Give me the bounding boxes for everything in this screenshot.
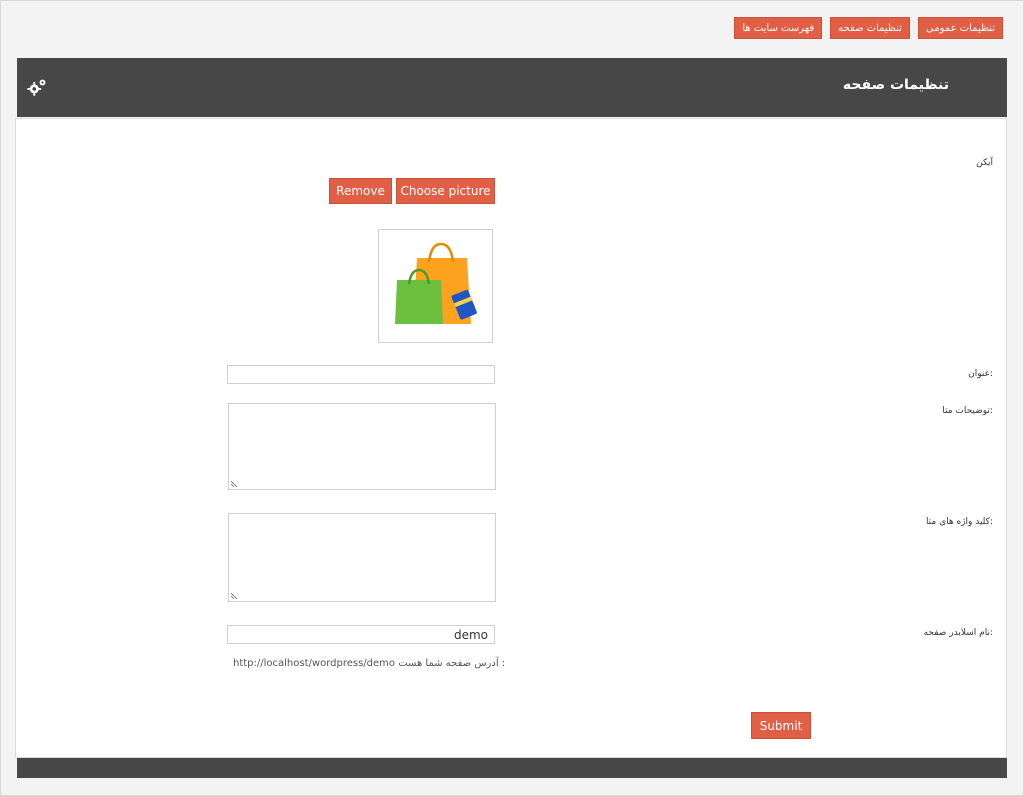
top-tabs: فهرست سایت ها تنظیمات صفحه تنظیمات عمومی: [734, 17, 1003, 39]
title-label: عنوان:: [968, 369, 993, 379]
page-title: تنظیمات صفحه: [842, 77, 949, 93]
slug-input[interactable]: [227, 625, 495, 644]
meta-description-label: توضیحات متا:: [942, 406, 993, 416]
icon-preview: [378, 229, 493, 343]
remove-button[interactable]: Remove: [329, 178, 392, 204]
resize-handle-icon[interactable]: [231, 479, 239, 487]
page-url-prefix: آدرس صفحه شما هست :: [398, 658, 506, 669]
tab-general-settings[interactable]: تنظیمات عمومی: [917, 17, 1003, 39]
slug-label: نام اسلایدر صفحه:: [923, 628, 993, 638]
page-url-value: http://localhost/wordpress/demo: [233, 658, 396, 669]
meta-keywords-label: کلید واژه های متا:: [925, 517, 993, 527]
shopping-bags-icon: [395, 242, 477, 326]
submit-button[interactable]: Submit: [751, 712, 811, 739]
title-input[interactable]: [227, 365, 495, 384]
resize-handle-icon[interactable]: [231, 591, 239, 599]
meta-description-textarea[interactable]: [228, 403, 496, 490]
meta-keywords-textarea[interactable]: [228, 513, 496, 602]
gear-icon: [27, 79, 46, 96]
footer-bar: [17, 758, 1007, 778]
page-url-line: http://localhost/wordpress/demo آدرس صفح…: [233, 658, 505, 669]
tab-page-settings[interactable]: تنظیمات صفحه: [830, 17, 910, 39]
choose-picture-button[interactable]: Choose picture: [396, 178, 495, 204]
icon-label: آیکن: [976, 158, 993, 168]
settings-panel: [15, 118, 1007, 758]
settings-header: تنظیمات صفحه: [17, 58, 1007, 117]
tab-site-list[interactable]: فهرست سایت ها: [734, 17, 823, 39]
